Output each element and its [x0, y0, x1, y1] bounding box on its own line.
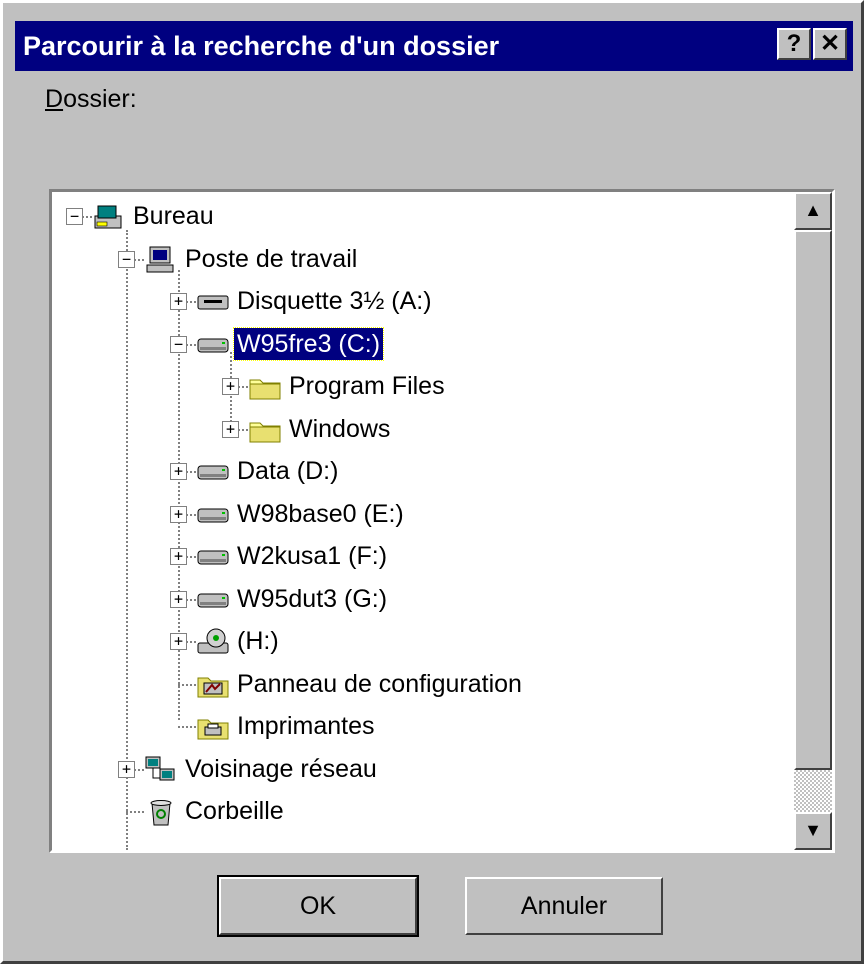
tree-item-label[interactable]: W2kusa1 (F:) — [234, 540, 390, 572]
expand-icon[interactable]: + — [222, 420, 239, 438]
expand-icon[interactable]: + — [170, 293, 187, 310]
tree-item-label[interactable]: Data (D:) — [234, 455, 341, 487]
tree-item-label[interactable]: Bureau — [130, 200, 217, 232]
tree-item-label[interactable]: Program Files — [286, 370, 448, 402]
scroll-up-button[interactable]: ▲ — [794, 192, 832, 230]
desktop-icon — [92, 202, 126, 232]
scroll-track[interactable] — [794, 770, 832, 812]
ok-button[interactable]: OK — [217, 875, 419, 937]
expand-icon[interactable]: + — [170, 590, 187, 608]
folder-label: Dossier: — [45, 85, 137, 114]
folder-label-mnemonic: D — [45, 85, 64, 113]
network-icon — [144, 755, 178, 785]
hard-drive-icon — [196, 542, 230, 572]
control-panel-icon — [196, 670, 230, 700]
close-button[interactable]: ✕ — [813, 28, 847, 60]
cancel-button[interactable]: Annuler — [465, 877, 663, 935]
cd-drive-icon — [196, 627, 230, 657]
tree-item-label[interactable]: W95fre3 (C:) — [232, 326, 385, 361]
browse-folder-dialog: Parcourir à la recherche d'un dossier ? … — [0, 0, 864, 964]
floppy-drive-icon — [196, 287, 230, 317]
expand-icon[interactable]: + — [170, 463, 187, 480]
down-arrow-icon: ▼ — [804, 820, 822, 840]
hard-drive-icon — [196, 585, 230, 615]
scroll-down-button[interactable]: ▼ — [794, 812, 832, 850]
title-bar[interactable]: Parcourir à la recherche d'un dossier ? … — [15, 21, 853, 71]
up-arrow-icon: ▲ — [804, 200, 822, 220]
folder-icon — [248, 372, 282, 402]
printers-icon — [196, 712, 230, 742]
collapse-icon[interactable]: − — [170, 335, 187, 353]
collapse-icon[interactable]: − — [66, 208, 83, 225]
hard-drive-icon — [196, 330, 230, 360]
tree-item-label[interactable]: W98base0 (E:) — [234, 498, 407, 530]
tree-line — [178, 683, 196, 686]
tree-item-label[interactable]: Windows — [286, 413, 393, 445]
expand-icon[interactable]: + — [170, 548, 187, 565]
tree-line — [126, 230, 128, 850]
folder-tree-viewport: − Bureau − Poste de travail + Disquette 3½ (A… — [52, 192, 790, 850]
expand-icon[interactable]: + — [170, 505, 187, 523]
vertical-scrollbar[interactable]: ▲ ▼ — [794, 192, 832, 850]
folder-tree[interactable]: − Bureau − Poste de travail + Disquette 3½ (A… — [49, 189, 835, 853]
tree-line — [126, 811, 144, 813]
hard-drive-icon — [196, 457, 230, 487]
tree-item-label[interactable]: Disquette 3½ (A:) — [234, 285, 435, 317]
tree-line — [178, 726, 196, 728]
expand-icon[interactable]: + — [170, 633, 187, 650]
folder-label-text: ossier: — [63, 85, 137, 113]
expand-icon[interactable]: + — [118, 760, 135, 778]
window-title: Parcourir à la recherche d'un dossier — [23, 31, 500, 61]
expand-icon[interactable]: + — [222, 378, 239, 395]
computer-icon — [144, 245, 178, 275]
hard-drive-icon — [196, 500, 230, 530]
scroll-thumb[interactable] — [794, 230, 832, 770]
help-button[interactable]: ? — [777, 28, 811, 60]
tree-item-label[interactable]: Corbeille — [182, 795, 287, 827]
tree-item-label[interactable]: Voisinage réseau — [182, 753, 380, 785]
recycle-bin-icon — [144, 797, 178, 827]
tree-item-label[interactable]: W95dut3 (G:) — [234, 583, 390, 615]
tree-item-label[interactable]: Imprimantes — [234, 710, 378, 742]
folder-icon — [248, 415, 282, 445]
tree-item-label[interactable]: (H:) — [234, 625, 282, 657]
tree-item-label[interactable]: Poste de travail — [182, 243, 360, 275]
tree-item-label[interactable]: Panneau de configuration — [234, 668, 525, 700]
collapse-icon[interactable]: − — [118, 250, 135, 268]
